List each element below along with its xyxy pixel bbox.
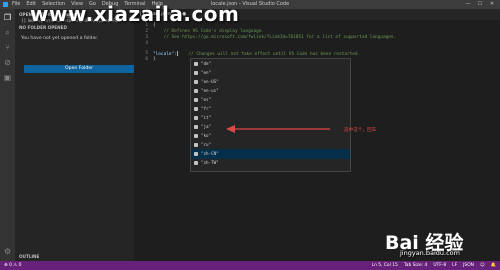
status-bar: ⊗ 0 ⚠ 0 Ln 5, Col 15 Tab Size: 4 UTF-8 L… bbox=[0, 261, 500, 270]
close-window-button[interactable]: ✕ bbox=[486, 0, 498, 9]
explorer-sidebar: OPEN EDITORS 1 UNSAVED {} locale.json C:\… bbox=[15, 9, 134, 261]
value-icon bbox=[194, 125, 198, 129]
cursor-position[interactable]: Ln 5, Col 15 bbox=[372, 261, 398, 270]
code-line: // See https://go.microsoft.com/fwlink/?… bbox=[153, 35, 397, 40]
status-right: Ln 5, Col 15 Tab Size: 4 UTF-8 LF JSON ☺… bbox=[372, 261, 496, 270]
text-cursor bbox=[176, 51, 178, 56]
line-number: 4 bbox=[145, 41, 148, 46]
no-folder-message: You have not yet opened a folder. bbox=[21, 36, 99, 41]
extensions-icon[interactable]: ▣ bbox=[0, 71, 15, 84]
encoding[interactable]: UTF-8 bbox=[433, 261, 446, 270]
value-icon bbox=[194, 80, 198, 84]
suggestion-item[interactable]: "zh-TW" bbox=[191, 158, 350, 171]
outline-header[interactable]: OUTLINE bbox=[15, 253, 39, 260]
suggestion-label: "en" bbox=[201, 70, 212, 75]
restart-comment: // Changes will not take effect until VS… bbox=[188, 52, 361, 57]
debug-icon[interactable]: ⊘ bbox=[0, 56, 15, 69]
suggestion-label: "en-US" bbox=[201, 79, 219, 84]
suggestion-label: "zh-TW" bbox=[201, 160, 219, 165]
annotation-arrow-icon bbox=[226, 125, 330, 133]
explorer-icon[interactable]: ❐ bbox=[0, 11, 15, 24]
value-icon bbox=[194, 71, 198, 75]
suggestion-label: "it" bbox=[201, 115, 212, 120]
value-icon bbox=[194, 89, 198, 93]
suggestion-label: "ko" bbox=[201, 133, 212, 138]
suggestion-widget: "de" "en" "en-US" "en-us" "es" "fr" "it"… bbox=[190, 58, 351, 172]
line-ending[interactable]: LF bbox=[452, 261, 457, 270]
problems-indicator[interactable]: ⊗ 0 ⚠ 0 bbox=[4, 261, 21, 270]
suggestion-label: "ja" bbox=[201, 124, 212, 129]
value-icon bbox=[194, 62, 198, 66]
value-icon bbox=[194, 107, 198, 111]
window-controls: — ☐ ✕ bbox=[462, 0, 498, 9]
maximize-button[interactable]: ☐ bbox=[474, 0, 486, 9]
language-mode[interactable]: JSON bbox=[463, 261, 474, 270]
activity-bar: ❐ ⌕ ⑂ ⊘ ▣ ⚙ bbox=[0, 9, 15, 261]
value-icon bbox=[194, 143, 198, 147]
code-line: } bbox=[153, 57, 156, 62]
value-icon bbox=[194, 134, 198, 138]
locale-key: "locale" bbox=[153, 52, 175, 57]
annotation-text: 选中这个，回车 bbox=[344, 128, 377, 133]
value-icon bbox=[194, 116, 198, 120]
code-line-locale: "locale": // Changes will not take effec… bbox=[153, 51, 360, 57]
value-icon bbox=[194, 98, 198, 102]
manage-gear-icon[interactable]: ⚙ bbox=[0, 245, 15, 258]
value-icon bbox=[194, 161, 198, 165]
feedback-smiley-icon[interactable]: ☺ bbox=[480, 261, 485, 270]
suggestion-label: "ru" bbox=[201, 142, 212, 147]
suggestion-label: "en-us" bbox=[201, 88, 219, 93]
suggestion-label: "fr" bbox=[201, 106, 212, 111]
suggestion-label: "es" bbox=[201, 97, 212, 102]
minimize-button[interactable]: — bbox=[462, 0, 474, 9]
line-number: 6 bbox=[145, 57, 148, 62]
baidu-jingyan-url: jingyan.baidu.com bbox=[400, 249, 460, 257]
search-icon[interactable]: ⌕ bbox=[0, 26, 15, 39]
open-folder-button[interactable]: Open Folder bbox=[24, 65, 134, 73]
suggestion-label: "de" bbox=[201, 61, 212, 66]
notifications-bell-icon[interactable]: 🔔 bbox=[491, 261, 496, 270]
value-icon bbox=[194, 152, 198, 156]
source-control-icon[interactable]: ⑂ bbox=[0, 41, 15, 54]
tab-size[interactable]: Tab Size: 4 bbox=[404, 261, 428, 270]
suggestion-label: "zh-CN" bbox=[201, 151, 219, 156]
watermark-url: www.xiazaila.com bbox=[30, 2, 240, 26]
